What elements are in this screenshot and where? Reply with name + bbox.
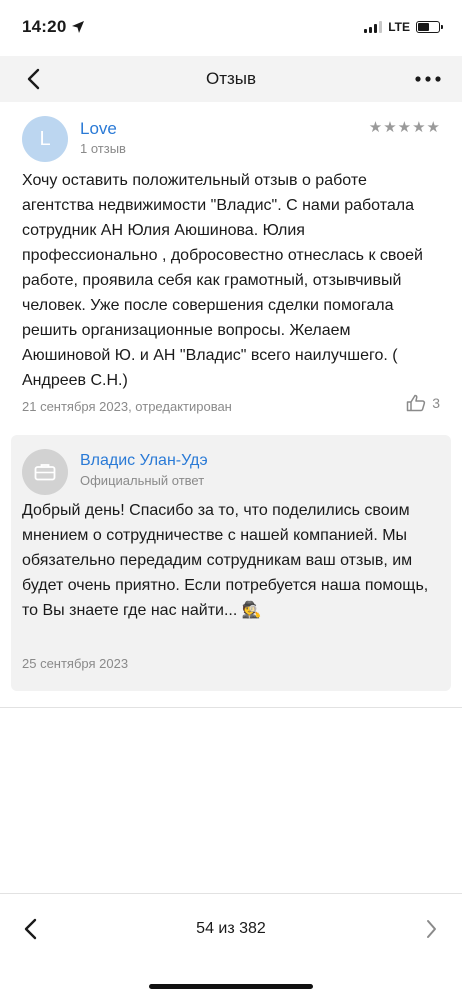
status-bar: 14:20 LTE (0, 0, 462, 56)
chevron-right-icon (427, 920, 436, 938)
rating-stars: ★ ★ ★ ★ ★ (369, 120, 440, 135)
divider (0, 707, 462, 708)
star-icon: ★ (397, 119, 412, 136)
review-date: 21 сентября 2023, отредактирован (22, 399, 232, 414)
like-button[interactable]: 3 (406, 394, 440, 412)
review-author-name[interactable]: Love (80, 119, 117, 139)
signal-icon (364, 21, 383, 33)
pager-position: 54 из 382 (196, 920, 266, 937)
more-button[interactable] (412, 64, 444, 94)
home-indicator (149, 984, 313, 989)
star-icon: ★ (368, 119, 383, 136)
reply-text: Добрый день! Спасибо за то, что поделили… (22, 502, 429, 619)
more-dots-icon (415, 76, 441, 82)
pager-bar: 54 из 382 (0, 893, 462, 965)
next-review-button[interactable] (416, 913, 448, 945)
reply-author-label: Официальный ответ (80, 473, 205, 488)
status-indicators: LTE (364, 20, 443, 34)
review-author-count: 1 отзыв (80, 141, 126, 156)
star-icon: ★ (383, 119, 397, 136)
review-text: Хочу оставить положительный отзыв о рабо… (22, 172, 423, 389)
reply-date: 25 сентября 2023 (22, 656, 129, 671)
briefcase-icon (34, 464, 56, 481)
company-avatar[interactable] (22, 449, 68, 495)
page-title: Отзыв (205, 69, 257, 88)
nav-bar: Отзыв (0, 56, 462, 102)
reply-author-name[interactable]: Владис Улан-Удэ (80, 452, 208, 470)
star-icon: ★ (426, 119, 440, 136)
star-icon: ★ (412, 119, 426, 136)
location-arrow-icon (72, 21, 85, 33)
status-time: 14:20 (22, 17, 85, 37)
network-label: LTE (388, 20, 410, 34)
status-time-text: 14:20 (22, 17, 67, 36)
thumbs-up-icon (406, 394, 426, 412)
official-reply: Владис Улан-Удэ Официальный ответ Добрый… (11, 435, 451, 691)
battery-icon (416, 21, 443, 33)
like-count: 3 (432, 395, 440, 411)
avatar[interactable]: L (22, 116, 68, 162)
